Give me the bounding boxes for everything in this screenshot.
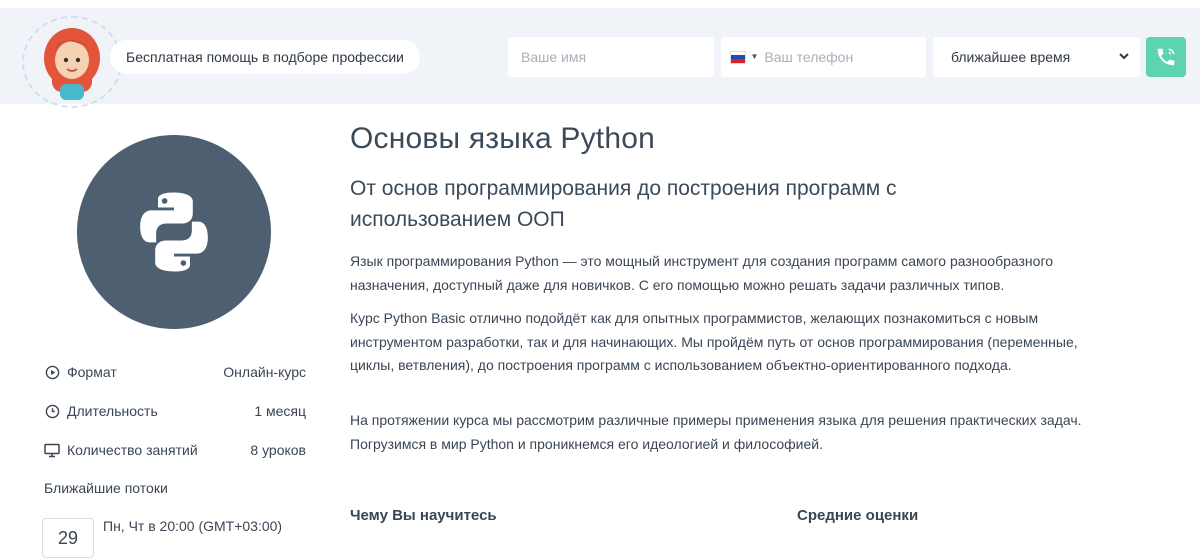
format-row: Формат Онлайн-курс: [44, 362, 306, 382]
chevron-down-icon: [1118, 37, 1130, 93]
lessons-row: Количество занятий 8 уроков: [44, 440, 306, 460]
name-field[interactable]: [508, 37, 714, 77]
lessons-value: 8 уроков: [250, 442, 306, 458]
free-help-label: Бесплатная помощь в подборе профессии: [110, 40, 421, 74]
duration-row: Длительность 1 месяц: [44, 401, 306, 421]
duration-value: 1 месяц: [254, 403, 306, 419]
phone-input[interactable]: [760, 37, 926, 77]
phone-field[interactable]: ▼: [721, 37, 926, 77]
learn-heading: Чему Вы научитесь: [350, 507, 497, 524]
call-me-button[interactable]: [1146, 37, 1186, 77]
duration-label: Длительность: [67, 403, 158, 419]
python-logo-icon: [140, 192, 208, 272]
format-label: Формат: [67, 364, 117, 380]
name-input[interactable]: [508, 37, 714, 77]
monitor-icon: [44, 442, 60, 458]
russia-flag-icon[interactable]: [730, 50, 747, 64]
consultation-bar: Бесплатная помощь в подборе профессии ▼ …: [0, 8, 1200, 108]
nearest-streams-title: Ближайшие потоки: [44, 480, 168, 496]
description-paragraph: На протяжении курса мы рассмотрим различ…: [350, 412, 1082, 452]
consultant-avatar-icon: [44, 28, 100, 100]
course-logo: [77, 135, 271, 329]
lessons-label: Количество занятий: [67, 442, 198, 458]
stream-schedule: Пн, Чт в 20:00 (GMT+03:00): [103, 518, 283, 534]
ratings-heading: Средние оценки: [797, 507, 919, 524]
clock-icon: [44, 403, 60, 419]
phone-icon: [1157, 48, 1175, 66]
format-value: Онлайн-курс: [223, 364, 306, 380]
call-time-select[interactable]: ближайшее время: [933, 37, 1140, 77]
call-time-value: ближайшее время: [951, 49, 1071, 65]
description-paragraph: Курс Python Basic отлично подойдёт как д…: [350, 310, 1078, 373]
page-title: Основы языка Python: [350, 122, 655, 155]
course-subtitle: От основ программирования до построения …: [350, 177, 897, 231]
country-caret-icon[interactable]: ▼: [750, 37, 758, 77]
description-paragraph: Язык программирования Python — это мощны…: [350, 253, 1054, 293]
stream-date: 29: [42, 518, 94, 558]
play-circle-icon: [44, 364, 60, 380]
